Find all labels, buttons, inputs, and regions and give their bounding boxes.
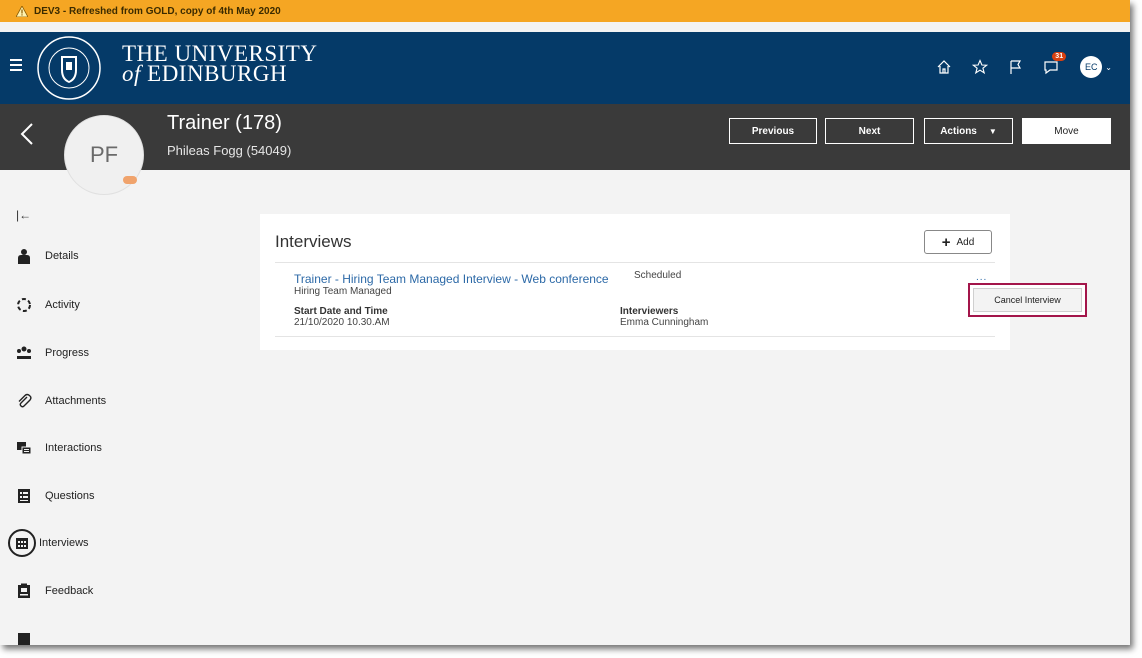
menu-icon[interactable] — [10, 59, 22, 73]
warning-icon — [16, 5, 28, 17]
person-icon — [16, 248, 32, 264]
sidebar-item-details[interactable]: Details — [16, 248, 79, 264]
top-navigation-bar: THE UNIVERSITY of EDINBURGH 31 EC ⌄ — [0, 32, 1130, 104]
sidebar-item-label: Interactions — [45, 442, 102, 454]
interview-status: Scheduled — [634, 270, 682, 281]
user-avatar[interactable]: EC — [1080, 56, 1103, 78]
candidate-name[interactable]: Phileas Fogg (54049) — [167, 143, 291, 158]
notifications-icon[interactable]: 31 — [1040, 52, 1067, 78]
interactions-icon — [16, 440, 32, 456]
back-arrow-icon[interactable] — [20, 122, 34, 146]
cancel-interview-menu-item[interactable]: Cancel Interview — [973, 288, 1082, 312]
sidebar-item-label: Progress — [45, 347, 90, 359]
sidebar-item-label: Feedback — [45, 585, 94, 597]
interview-actions-menu: Cancel Interview — [968, 283, 1087, 317]
collapse-sidebar-icon[interactable]: |← — [16, 208, 31, 222]
app-window: DEV3 - Refreshed from GOLD, copy of 4th … — [0, 0, 1130, 645]
home-icon[interactable] — [932, 56, 956, 78]
divider — [275, 336, 995, 337]
chevron-down-icon[interactable]: ⌄ — [1105, 63, 1112, 72]
university-name: THE UNIVERSITY of EDINBURGH — [122, 42, 317, 86]
interviewers-label: Interviewers — [620, 306, 679, 317]
interviews-panel: Interviews + Add Trainer - Hiring Team M… — [260, 214, 1010, 350]
actions-button[interactable]: Actions ▼ — [924, 118, 1013, 144]
start-value: 21/10/2020 10.30.AM — [294, 317, 390, 328]
caret-down-icon: ▼ — [988, 126, 997, 136]
sidebar-item-attachments[interactable]: Attachments — [16, 393, 106, 409]
interview-type: Hiring Team Managed — [294, 286, 392, 297]
more-options-icon[interactable]: ... — [976, 272, 987, 283]
sidebar-item-label: Questions — [45, 490, 95, 502]
move-button[interactable]: Move — [1022, 118, 1111, 144]
add-interview-button[interactable]: + Add — [924, 230, 992, 254]
notification-badge: 31 — [1052, 52, 1067, 61]
paperclip-icon — [16, 393, 32, 409]
plus-icon: + — [941, 233, 951, 251]
activity-icon — [16, 297, 32, 313]
questions-icon — [16, 488, 32, 504]
sidebar-item-label: Interviews — [39, 537, 89, 549]
environment-banner-text: DEV3 - Refreshed from GOLD, copy of 4th … — [34, 5, 281, 17]
divider — [275, 262, 995, 263]
sidebar-item-label: Details — [45, 250, 79, 262]
section-title: Interviews — [275, 232, 352, 251]
interviewers-value: Emma Cunningham — [620, 317, 709, 328]
actions-label: Actions — [940, 125, 977, 137]
sidebar-item-label: Activity — [45, 299, 80, 311]
sidebar-item-questions[interactable]: Questions — [16, 488, 95, 504]
star-icon[interactable] — [968, 56, 992, 78]
sidebar-item-activity[interactable]: Activity — [16, 297, 80, 313]
flag-icon[interactable] — [1004, 56, 1028, 78]
previous-button[interactable]: Previous — [729, 118, 817, 144]
environment-banner: DEV3 - Refreshed from GOLD, copy of 4th … — [0, 0, 1130, 22]
add-label: Add — [956, 236, 975, 248]
sidebar-item-interviews[interactable]: Interviews — [8, 529, 89, 557]
next-button[interactable]: Next — [825, 118, 914, 144]
start-label: Start Date and Time — [294, 306, 388, 317]
feedback-icon — [16, 583, 32, 599]
global-actions: 31 EC ⌄ — [920, 52, 1112, 78]
sidebar-item-more[interactable] — [16, 632, 45, 645]
sidebar-item-progress[interactable]: Progress — [16, 345, 89, 361]
interview-title-link[interactable]: Trainer - Hiring Team Managed Interview … — [294, 272, 609, 286]
sidebar-item-label: Attachments — [45, 395, 107, 407]
job-title: Trainer (178) — [167, 112, 282, 134]
university-name-line2: EDINBURGH — [140, 61, 288, 86]
calendar-icon — [8, 529, 36, 557]
university-crest-logo[interactable] — [37, 36, 101, 100]
sidebar-item-feedback[interactable]: Feedback — [16, 583, 93, 599]
university-name-of: of — [122, 61, 141, 86]
progress-icon — [16, 345, 32, 361]
status-indicator-icon — [123, 176, 137, 184]
document-icon — [16, 632, 32, 645]
sidebar-item-interactions[interactable]: Interactions — [16, 440, 102, 456]
